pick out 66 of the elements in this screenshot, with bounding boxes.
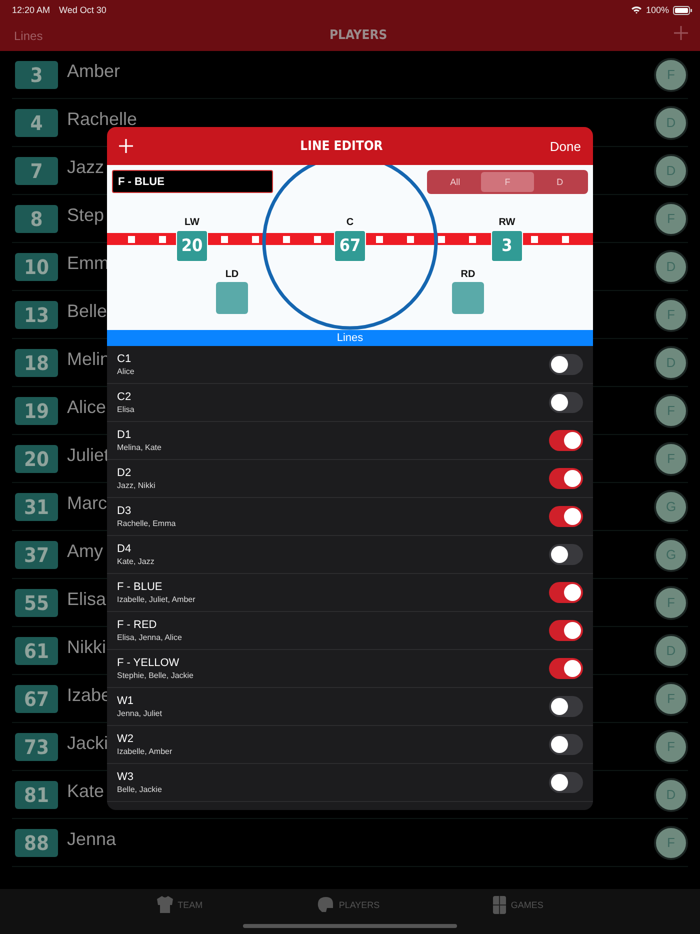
line-players: Jazz, Nikki xyxy=(117,481,156,490)
battery-percent: 100% xyxy=(646,5,669,15)
player-name: Amy xyxy=(67,540,103,563)
line-name: D4 xyxy=(117,543,132,555)
line-name: D3 xyxy=(117,505,132,517)
line-players: Alice xyxy=(117,367,136,376)
line-players: Melina, Kate xyxy=(117,443,162,452)
jersey-number: 7 xyxy=(15,156,58,184)
jersey-number: 19 xyxy=(15,396,58,424)
line-players: Stephie, Belle, Jackie xyxy=(117,671,194,680)
line-name: D1 xyxy=(117,429,132,441)
line-name: F - RED xyxy=(117,619,158,631)
line-players: Izabelle, Juliet, Amber xyxy=(117,595,196,604)
jersey-number: 61 xyxy=(15,636,58,664)
player-name: Jacki xyxy=(67,732,108,754)
player-name: Elisa xyxy=(67,588,106,610)
player-name: Juliet xyxy=(67,444,110,466)
line-name: W2 xyxy=(117,733,134,745)
player-name: Emm xyxy=(67,252,109,274)
position-label: LD xyxy=(225,269,239,280)
line-players: Rachelle, Emma xyxy=(117,519,177,528)
player-name: Alice xyxy=(67,396,106,418)
line-players: Elisa xyxy=(117,405,136,414)
player-name: Nikki xyxy=(67,636,106,658)
jersey-number: 8 xyxy=(15,204,58,232)
line-name: C1 xyxy=(117,353,132,365)
line-name: D2 xyxy=(117,467,132,479)
player-name: Jazz xyxy=(67,156,104,178)
jersey-number: 31 xyxy=(15,492,58,520)
player-name: Amber xyxy=(67,60,120,82)
position-label: LW xyxy=(184,217,200,228)
jersey-number: 4 xyxy=(15,108,58,136)
status-time: 12:20 AM xyxy=(12,5,50,15)
position-label: RW xyxy=(498,217,516,228)
line-players: Elisa, Jenna, Alice xyxy=(117,633,183,642)
position-label: C xyxy=(346,217,354,228)
line-name: C2 xyxy=(117,391,132,403)
jersey-number: 13 xyxy=(15,300,58,328)
jersey-number: 10 xyxy=(15,252,58,280)
jersey-number: 55 xyxy=(15,588,58,616)
line-name: W3 xyxy=(117,771,134,783)
jersey-number: 3 xyxy=(15,60,58,88)
player-name: Belle xyxy=(67,300,108,322)
jersey-number: 18 xyxy=(15,348,58,376)
line-name: W1 xyxy=(117,695,134,707)
player-name: Jenna xyxy=(67,828,116,850)
player-name: Marc xyxy=(67,492,107,514)
jersey-number: 67 xyxy=(15,684,58,712)
line-players: Kate, Jazz xyxy=(117,557,156,566)
jersey-number: 88 xyxy=(15,828,58,856)
position-label: RD xyxy=(460,269,476,280)
player-name: Rachelle xyxy=(67,108,138,130)
nav-title: PLAYERS xyxy=(328,28,388,43)
status-date: Wed Oct 30 xyxy=(59,5,106,15)
line-players: Jenna, Juliet xyxy=(117,709,163,718)
line-players: Izabelle, Amber xyxy=(117,747,174,756)
player-name: Step xyxy=(67,204,104,227)
player-name: Kate xyxy=(67,780,104,802)
jersey-number: 20 xyxy=(15,444,58,472)
jersey-number: 81 xyxy=(15,780,58,808)
jersey-number: 37 xyxy=(15,540,58,568)
line-name: F - BLUE xyxy=(117,581,164,593)
line-name: F - YELLOW xyxy=(117,657,180,669)
section-header: Lines xyxy=(107,330,593,346)
line-players: Belle, Jackie xyxy=(117,785,163,794)
jersey-number: 73 xyxy=(15,732,58,760)
